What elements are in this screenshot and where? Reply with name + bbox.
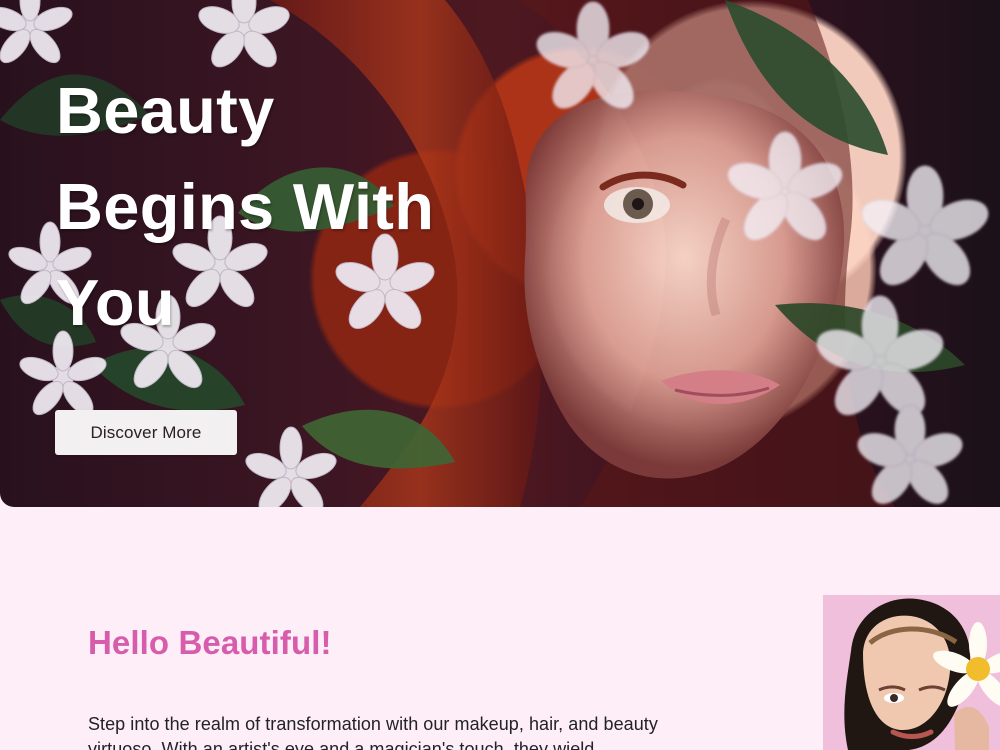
- intro-copy: Step into the realm of transformation wi…: [88, 714, 658, 750]
- hero-title: Beauty Begins With You: [56, 74, 435, 339]
- landing-page: Beauty Begins With You Discover More Hel…: [0, 0, 1000, 750]
- woman-with-daisy-portrait: [823, 595, 1000, 750]
- discover-more-button[interactable]: Discover More: [55, 410, 237, 455]
- intro-title: Hello Beautiful!: [88, 624, 332, 661]
- hero-section: Beauty Begins With You Discover More: [0, 0, 1000, 507]
